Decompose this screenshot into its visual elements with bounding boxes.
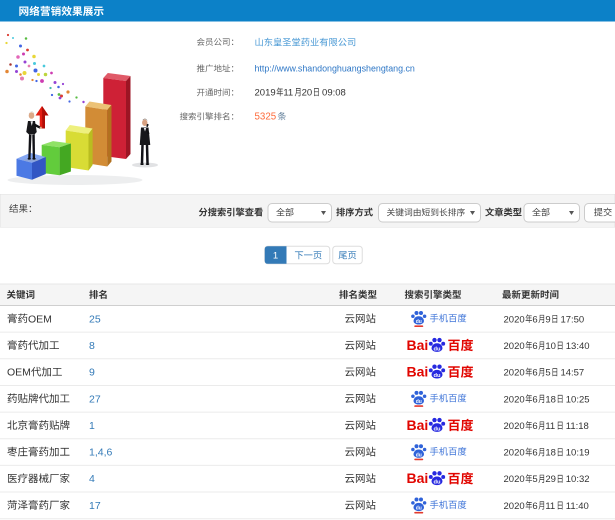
svg-text:14:57: 14:57 bbox=[560, 368, 584, 379]
svg-text:11: 11 bbox=[545, 501, 555, 512]
svg-text:10:32: 10:32 bbox=[566, 474, 590, 485]
svg-text:6: 6 bbox=[532, 314, 537, 325]
svg-text:2020: 2020 bbox=[504, 394, 525, 405]
svg-text:1,4,6: 1,4,6 bbox=[89, 447, 113, 459]
svg-text:6: 6 bbox=[532, 394, 537, 405]
svg-text:9: 9 bbox=[89, 367, 95, 379]
svg-text:2020: 2020 bbox=[504, 421, 525, 432]
svg-text:OEM: OEM bbox=[7, 367, 31, 379]
svg-text:2020: 2020 bbox=[504, 341, 525, 352]
svg-text:6: 6 bbox=[532, 448, 537, 459]
svg-text:13:40: 13:40 bbox=[566, 341, 590, 352]
svg-text:18: 18 bbox=[545, 448, 556, 459]
svg-text:20: 20 bbox=[302, 88, 313, 99]
svg-text:2020: 2020 bbox=[504, 314, 525, 325]
svg-text:11: 11 bbox=[283, 88, 293, 99]
svg-text:2020: 2020 bbox=[504, 474, 525, 485]
svg-text:11:18: 11:18 bbox=[566, 421, 589, 432]
svg-text:29: 29 bbox=[545, 474, 556, 485]
svg-text:6: 6 bbox=[532, 368, 537, 379]
svg-text:10:19: 10:19 bbox=[566, 448, 590, 459]
svg-text:09:08: 09:08 bbox=[322, 88, 346, 99]
svg-text:6: 6 bbox=[532, 421, 537, 432]
svg-text:25: 25 bbox=[89, 313, 101, 325]
svg-text:9: 9 bbox=[545, 314, 550, 325]
svg-text:1: 1 bbox=[89, 420, 95, 432]
svg-text:2020: 2020 bbox=[504, 368, 525, 379]
svg-text:5: 5 bbox=[545, 368, 550, 379]
svg-text:2019: 2019 bbox=[255, 88, 276, 99]
svg-text:http://www.shandonghuangshengt: http://www.shandonghuangshengtang.cn bbox=[255, 64, 415, 74]
svg-text:10:25: 10:25 bbox=[566, 394, 590, 405]
svg-text:17:50: 17:50 bbox=[560, 314, 584, 325]
svg-text:6: 6 bbox=[532, 341, 537, 352]
svg-text:2020: 2020 bbox=[504, 448, 525, 459]
svg-text:11: 11 bbox=[545, 421, 555, 432]
svg-text:8: 8 bbox=[89, 340, 95, 352]
svg-text:OEM: OEM bbox=[28, 313, 52, 325]
svg-text:6: 6 bbox=[532, 501, 537, 512]
svg-text:5: 5 bbox=[532, 474, 537, 485]
svg-text:18: 18 bbox=[545, 394, 556, 405]
svg-text:17: 17 bbox=[89, 500, 101, 512]
svg-text:1: 1 bbox=[273, 251, 278, 262]
svg-text:4: 4 bbox=[89, 473, 95, 485]
svg-text:10: 10 bbox=[545, 341, 556, 352]
svg-text:11:40: 11:40 bbox=[566, 501, 589, 512]
svg-text:27: 27 bbox=[89, 393, 101, 405]
svg-text:2020: 2020 bbox=[504, 501, 525, 512]
svg-text:5325: 5325 bbox=[255, 112, 277, 123]
